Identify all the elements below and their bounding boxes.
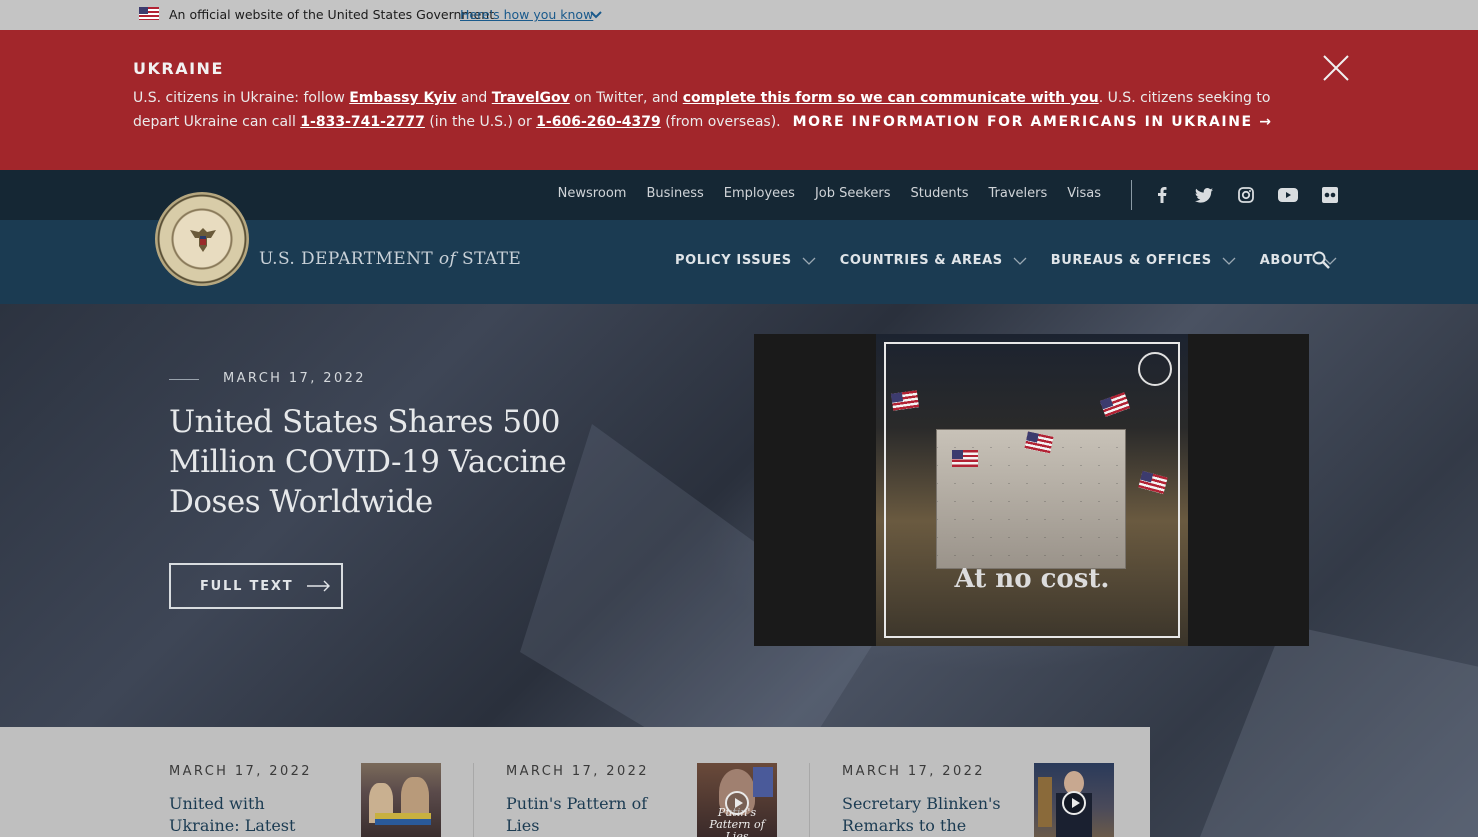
brand-wordmark[interactable]: U.S. DEPARTMENT of STATE	[259, 249, 521, 269]
alert-text: and	[456, 90, 492, 106]
news-date: MARCH 17, 2022	[842, 764, 985, 779]
util-link-newsroom[interactable]: Newsroom	[558, 186, 627, 201]
hero-title[interactable]: United States Shares 500 Million COVID-1…	[169, 402, 639, 522]
chevron-down-icon	[802, 257, 816, 265]
alert-text: (in the U.S.) or	[424, 114, 537, 130]
alert-text: (from overseas).	[660, 114, 781, 130]
nav-policy-issues[interactable]: POLICY ISSUES	[675, 253, 816, 268]
department-seal-logo[interactable]	[155, 192, 249, 286]
nav-label: BUREAUS & OFFICES	[1050, 253, 1212, 268]
youtube-icon[interactable]	[1276, 183, 1300, 207]
how-you-know-link[interactable]: Here's how you know	[460, 7, 593, 22]
divider	[1131, 180, 1132, 210]
play-icon[interactable]	[1062, 791, 1086, 815]
close-icon[interactable]	[1320, 52, 1352, 84]
nav-bureaus-offices[interactable]: BUREAUS & OFFICES	[1051, 253, 1236, 268]
news-thumbnail[interactable]	[1034, 763, 1114, 837]
chevron-down-icon[interactable]	[589, 8, 603, 22]
phone-overseas-link[interactable]: 1-606-260-4379	[536, 114, 661, 130]
flickr-icon[interactable]	[1318, 183, 1342, 207]
instagram-icon[interactable]	[1234, 183, 1258, 207]
travelgov-link[interactable]: TravelGov	[492, 90, 570, 106]
search-icon[interactable]	[1310, 249, 1332, 271]
news-card[interactable]: MARCH 17, 2022 United with Ukraine: Late…	[169, 727, 441, 837]
gov-banner-text: An official website of the United States…	[169, 7, 495, 22]
brand-prefix: U.S. DEPARTMENT	[259, 249, 434, 269]
full-text-button[interactable]: FULL TEXT	[169, 563, 343, 609]
divider	[473, 763, 474, 837]
alert-title: UKRAINE	[133, 59, 224, 78]
play-icon[interactable]	[725, 791, 749, 815]
util-link-job-seekers[interactable]: Job Seekers	[815, 186, 891, 201]
nav-label: POLICY ISSUES	[675, 253, 792, 268]
hero-background-star	[1200, 624, 1478, 837]
video-caption: At no cost.	[954, 564, 1110, 594]
facebook-icon[interactable]	[1150, 183, 1174, 207]
util-link-travelers[interactable]: Travelers	[989, 186, 1048, 201]
divider	[809, 763, 810, 837]
main-nav: POLICY ISSUES COUNTRIES & AREAS BUREAUS …	[675, 253, 1337, 268]
hero-video-player[interactable]: At no cost.	[754, 334, 1309, 646]
alert-text: on Twitter, and	[569, 90, 683, 106]
gov-banner: An official website of the United States…	[0, 0, 1478, 30]
phone-us-link[interactable]: 1-833-741-2777	[300, 114, 425, 130]
chevron-down-icon	[1222, 257, 1236, 265]
seal-icon	[1138, 352, 1172, 386]
contact-form-link[interactable]: complete this form so we can communicate…	[683, 90, 1099, 106]
util-link-students[interactable]: Students	[911, 186, 969, 201]
nav-label: COUNTRIES & AREAS	[839, 253, 1003, 268]
news-thumbnail[interactable]	[361, 763, 441, 837]
news-title[interactable]: United with Ukraine: Latest Updates	[169, 793, 339, 837]
news-card[interactable]: MARCH 17, 2022 Secretary Blinken's Remar…	[842, 727, 1114, 837]
full-text-label: FULL TEXT	[200, 578, 294, 594]
us-flag-icon	[139, 7, 159, 20]
hero-date: MARCH 17, 2022	[223, 371, 366, 386]
main-header: U.S. DEPARTMENT of STATE POLICY ISSUES C…	[0, 192, 1478, 304]
util-link-business[interactable]: Business	[646, 186, 703, 201]
hero-date-rule	[169, 379, 199, 380]
news-date: MARCH 17, 2022	[169, 764, 312, 779]
eagle-icon	[190, 228, 216, 252]
news-thumbnail[interactable]: Putin's Pattern of Lies	[697, 763, 777, 837]
util-link-employees[interactable]: Employees	[724, 186, 795, 201]
nav-label: ABOUT	[1259, 253, 1314, 268]
more-info-ukraine-link[interactable]: MORE INFORMATION FOR AMERICANS IN UKRAIN…	[793, 114, 1273, 130]
alert-body: U.S. citizens in Ukraine: follow Embassy…	[133, 86, 1313, 134]
nav-countries-areas[interactable]: COUNTRIES & AREAS	[840, 253, 1027, 268]
news-title[interactable]: Putin's Pattern of Lies	[506, 793, 676, 837]
twitter-icon[interactable]	[1192, 183, 1216, 207]
arrow-right-icon	[307, 580, 331, 592]
embassy-kyiv-link[interactable]: Embassy Kyiv	[349, 90, 456, 106]
alert-text: U.S. citizens in Ukraine: follow	[133, 90, 350, 106]
news-date: MARCH 17, 2022	[506, 764, 649, 779]
util-link-visas[interactable]: Visas	[1067, 186, 1101, 201]
brand-of: of	[438, 249, 457, 269]
brand-suffix: STATE	[462, 249, 522, 269]
ukraine-alert: UKRAINE U.S. citizens in Ukraine: follow…	[0, 30, 1478, 170]
chevron-down-icon	[1013, 257, 1027, 265]
news-card[interactable]: MARCH 17, 2022 Putin's Pattern of Lies P…	[506, 727, 778, 837]
video-frame: At no cost.	[876, 334, 1188, 646]
news-strip: MARCH 17, 2022 United with Ukraine: Late…	[0, 727, 1150, 837]
news-title[interactable]: Secretary Blinken's Remarks to the Press	[842, 793, 1012, 837]
